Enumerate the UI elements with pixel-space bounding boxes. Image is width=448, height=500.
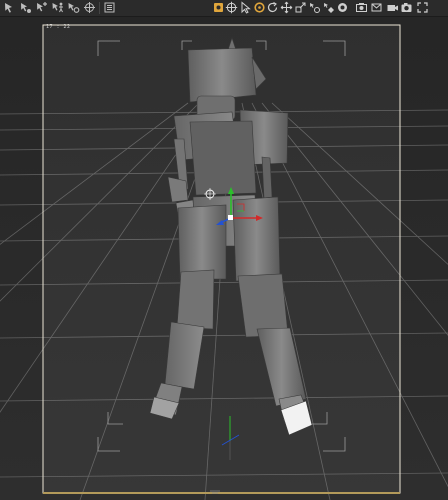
translate-tool-icon[interactable] <box>280 1 293 14</box>
viewport-scene[interactable] <box>0 17 448 500</box>
toolbar <box>0 0 448 17</box>
rotate-tool-icon[interactable] <box>253 1 266 14</box>
viewport-resize-handle[interactable] <box>209 490 221 495</box>
object-select-icon[interactable] <box>3 1 16 14</box>
expand-icon[interactable] <box>416 1 429 14</box>
pointer-icon[interactable] <box>239 1 252 14</box>
pose-select-icon[interactable] <box>51 1 64 14</box>
daz-studio-window: 17 : 22 <box>0 0 448 500</box>
joint-edit-icon[interactable] <box>67 1 80 14</box>
bone-select-icon[interactable] <box>35 1 48 14</box>
toolbar-separator <box>99 2 100 14</box>
3d-viewport[interactable]: 17 : 22 <box>0 17 448 500</box>
node-select-icon[interactable] <box>19 1 32 14</box>
node-weight-icon[interactable] <box>308 1 321 14</box>
camera-icon[interactable] <box>386 1 399 14</box>
universal-tool-icon[interactable] <box>225 1 238 14</box>
active-pose-icon[interactable] <box>212 1 225 14</box>
menu-list-icon[interactable] <box>103 1 116 14</box>
snapshot-icon[interactable] <box>400 1 413 14</box>
scale-tool-icon[interactable] <box>294 1 307 14</box>
surface-selection-icon[interactable] <box>322 1 335 14</box>
spot-render-icon[interactable] <box>336 1 349 14</box>
render-icon[interactable] <box>355 1 368 14</box>
transform-icon[interactable] <box>83 1 96 14</box>
refresh-icon[interactable] <box>266 1 279 14</box>
geometry-editor-icon[interactable] <box>370 1 383 14</box>
aspect-ratio-label: 17 : 22 <box>46 24 71 30</box>
